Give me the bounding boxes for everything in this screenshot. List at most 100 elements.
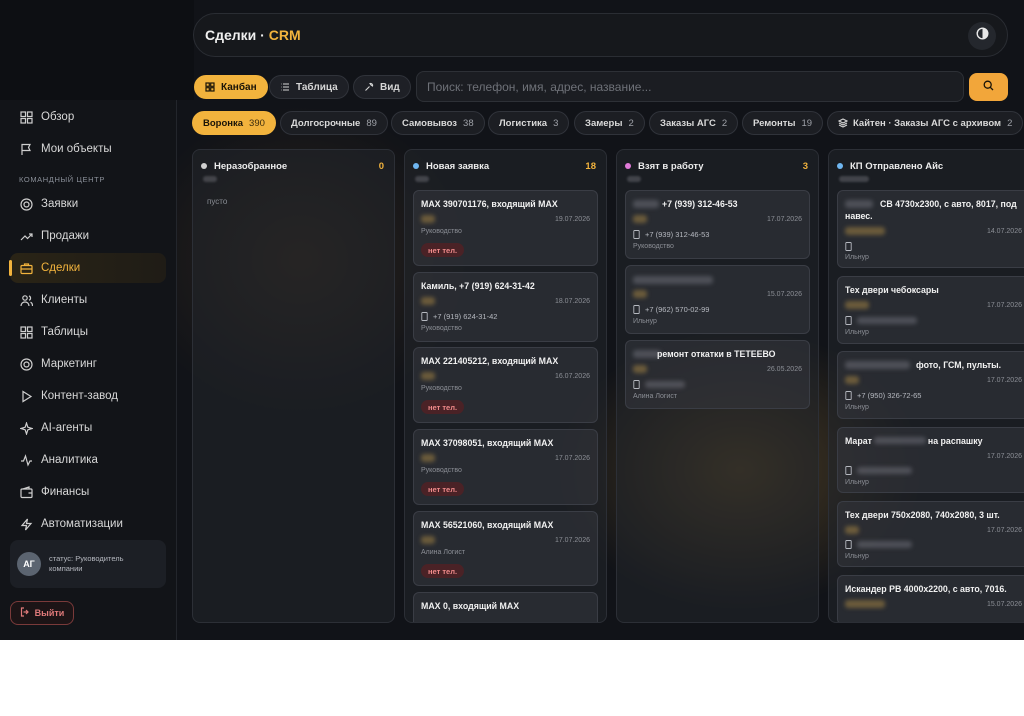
tab-long-term[interactable]: Долгосрочные 89 xyxy=(280,111,388,135)
users-icon xyxy=(19,293,33,307)
kanban-column-new-request: Новая заявка 18 MAX 390701176, входящий … xyxy=(404,149,607,623)
status-dot xyxy=(625,163,631,169)
card-title: ремонт откатки в ТЕТЕЕВО xyxy=(657,349,776,359)
blurred-amount xyxy=(845,526,859,534)
column-header: Неразобранное 0 xyxy=(201,159,384,173)
deal-card[interactable]: фото, ГСМ, пульты. 17.07.2026 +7 (950) 3… xyxy=(837,351,1024,419)
tab-kaiten-archive[interactable]: Кайтен · Заказы АГС с архивом 2 xyxy=(827,111,1024,135)
blurred-amount xyxy=(421,297,435,305)
target-icon xyxy=(19,197,33,211)
view-settings-button[interactable]: Вид xyxy=(353,75,411,99)
card-owner: Алина Логист xyxy=(421,549,466,556)
target-icon xyxy=(19,357,33,371)
card-title: Искандер РВ 4000х2200, с авто, 7016. xyxy=(845,584,1007,594)
tab-repairs[interactable]: Ремонты 19 xyxy=(742,111,824,135)
phone-icon xyxy=(421,312,428,321)
sidebar-item-marketing[interactable]: Маркетинг xyxy=(10,349,166,379)
crm-app: Обзор Мои объекты КОМАНДНЫЙ ЦЕНТР Заявки… xyxy=(0,0,1024,640)
deal-card[interactable]: +7 (939) 312-46-53 17.07.2026 +7 (939) 3… xyxy=(625,190,810,259)
card-date: 17.07.2026 xyxy=(986,302,1022,309)
card-owner: Ильнур xyxy=(845,254,869,261)
sidebar-item-label: Финансы xyxy=(41,486,90,498)
sidebar-item-label: Заявки xyxy=(41,198,79,210)
logout-button[interactable]: Выйти xyxy=(10,601,74,625)
deal-card[interactable]: 15.07.2026 +7 (962) 570-02-99 Ильнур xyxy=(625,265,810,334)
list-icon xyxy=(280,82,290,92)
sidebar-item-tables[interactable]: Таблицы xyxy=(10,317,166,347)
deal-card[interactable]: Тех двери 750х2080, 740х2080, 3 шт. 17.0… xyxy=(837,501,1024,567)
card-title: Марат на распашку xyxy=(845,436,983,446)
column-header: КП Отправлено Айс xyxy=(837,159,1024,173)
search-input[interactable] xyxy=(416,71,964,102)
status-dot xyxy=(837,163,843,169)
deal-card[interactable]: MAX 56521060, входящий MAX 17.07.2026 Ал… xyxy=(413,511,598,586)
tab-logistics[interactable]: Логистика 3 xyxy=(488,111,570,135)
profile-card[interactable]: АГ статус: Руководитель компании xyxy=(10,540,166,588)
deal-card[interactable]: MAX 390701176, входящий MAX 19.07.2026 Р… xyxy=(413,190,598,266)
card-owner: Руководство xyxy=(633,243,674,250)
deal-card[interactable]: Тех двери чебоксары 17.07.2026 Ильнур xyxy=(837,276,1024,344)
search-button[interactable] xyxy=(969,73,1008,101)
card-title: MAX 221405212, входящий MAX xyxy=(421,356,559,366)
status-dot xyxy=(413,163,419,169)
deal-card[interactable]: MAX 0, входящий MAX xyxy=(413,592,598,622)
logout-label: Выйти xyxy=(34,608,65,618)
view-kanban-button[interactable]: Канбан xyxy=(194,75,268,99)
sidebar-item-requests[interactable]: Заявки xyxy=(10,189,166,219)
sidebar-item-label: Продажи xyxy=(41,230,90,242)
deal-card[interactable]: MAX 221405212, входящий MAX 16.07.2026 Р… xyxy=(413,347,598,423)
sidebar-item-label: AI-агенты xyxy=(41,422,93,434)
tab-measurements[interactable]: Замеры 2 xyxy=(574,111,645,135)
deal-card[interactable]: Искандер РВ 4000х2200, с авто, 7016. 15.… xyxy=(837,575,1024,622)
deal-card[interactable]: MAX 37098051, входящий MAX 17.07.2026 Ру… xyxy=(413,429,598,505)
card-owner: Руководство xyxy=(421,385,462,392)
blurred-amount xyxy=(845,301,869,309)
card-phone: +7 (939) 312-46-53 xyxy=(633,230,709,239)
view-table-button[interactable]: Таблица xyxy=(269,75,349,99)
blurred-amount xyxy=(421,215,435,223)
sidebar-item-sales[interactable]: Продажи xyxy=(10,221,166,251)
sidebar-top xyxy=(0,0,194,100)
card-owner: Ильнур xyxy=(845,404,869,411)
card-date: 15.07.2026 xyxy=(766,291,802,298)
sidebar-item-ai-agents[interactable]: AI-агенты xyxy=(10,413,166,443)
card-date: 16.07.2026 xyxy=(554,373,590,380)
tab-ags-orders[interactable]: Заказы АГС 2 xyxy=(649,111,739,135)
sidebar-item-automations[interactable]: Автоматизации xyxy=(10,509,166,539)
kanban-column-unsorted: Неразобранное 0 пусто xyxy=(192,149,395,623)
activity-icon xyxy=(19,453,33,467)
deal-card[interactable]: СВ 4730х2300, с авто, 8017, под навес. 1… xyxy=(837,190,1024,268)
lightning-icon xyxy=(19,517,33,531)
phone-icon xyxy=(845,466,852,475)
empty-state: пусто xyxy=(207,197,228,206)
card-date: 17.07.2026 xyxy=(554,537,590,544)
deal-card[interactable]: Марат на распашку 17.07.2026 Ильнур xyxy=(837,427,1024,493)
card-date: 17.07.2026 xyxy=(986,453,1022,460)
grid-icon xyxy=(19,110,33,124)
blurred-amount xyxy=(845,227,885,235)
card-owner: Руководство xyxy=(421,228,462,235)
card-title: Тех двери 750х2080, 740х2080, 3 шт. xyxy=(845,510,1000,520)
tab-funnel[interactable]: Воронка 390 xyxy=(192,111,276,135)
card-phone xyxy=(845,540,912,549)
sidebar-item-my-objects[interactable]: Мои объекты xyxy=(10,134,166,164)
sidebar-item-finance[interactable]: Финансы xyxy=(10,477,166,507)
sidebar-item-deals[interactable]: Сделки xyxy=(9,253,166,283)
page-title: Сделки · CRM xyxy=(205,27,301,43)
card-date: 19.07.2026 xyxy=(554,216,590,223)
sidebar-item-overview[interactable]: Обзор xyxy=(10,102,166,132)
sidebar-item-content-factory[interactable]: Контент-завод xyxy=(10,381,166,411)
column-count: 3 xyxy=(802,160,808,172)
column-subtitle xyxy=(203,176,217,182)
deal-card[interactable]: Камиль, +7 (919) 624-31-42 18.07.2026 +7… xyxy=(413,272,598,342)
theme-toggle-button[interactable] xyxy=(968,22,996,50)
blurred-amount xyxy=(421,454,435,462)
tab-pickup[interactable]: Самовывоз 38 xyxy=(391,111,485,135)
grid-icon xyxy=(205,82,215,92)
logout-icon xyxy=(20,607,30,619)
sidebar-item-analytics[interactable]: Аналитика xyxy=(10,445,166,475)
phone-icon xyxy=(845,391,852,400)
blurred-amount xyxy=(633,290,647,298)
deal-card[interactable]: ремонт откатки в ТЕТЕЕВО 26.05.2026 Алин… xyxy=(625,340,810,409)
sidebar-item-clients[interactable]: Клиенты xyxy=(10,285,166,315)
